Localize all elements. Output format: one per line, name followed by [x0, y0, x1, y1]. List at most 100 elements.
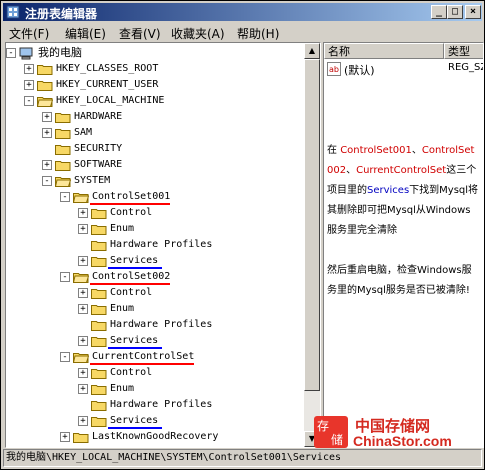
tree-node[interactable]: 我的电脑: [38, 45, 82, 61]
note-text: 在: [327, 145, 341, 156]
expand-icon[interactable]: +: [78, 288, 88, 298]
close-button[interactable]: ×: [465, 5, 481, 19]
folder-icon: [73, 431, 89, 443]
chinastor-watermark: 存 储 中国存储网 ChinaStor.com: [313, 415, 483, 451]
minimize-icon: _: [435, 6, 443, 17]
collapse-icon[interactable]: -: [42, 176, 52, 186]
folder-icon: [37, 63, 53, 75]
menu-help[interactable]: 帮助(H): [237, 25, 279, 42]
tree-node[interactable]: SAM: [74, 125, 92, 141]
tree-node[interactable]: Enum: [110, 301, 134, 317]
expand-icon[interactable]: +: [78, 336, 88, 346]
collapse-icon[interactable]: -: [24, 96, 34, 106]
menu-favorites[interactable]: 收藏夹(A): [171, 25, 225, 42]
folder-icon: [91, 223, 107, 235]
folder-icon: [55, 127, 71, 139]
folder-icon: [91, 383, 107, 395]
note-highlight: CurrentControlSet: [356, 165, 447, 176]
folder-icon: [91, 287, 107, 299]
expand-icon[interactable]: +: [78, 384, 88, 394]
value-row-default[interactable]: ab (默认) REG_SZ: [327, 61, 483, 77]
expand-icon[interactable]: +: [78, 208, 88, 218]
tree-node[interactable]: Enum: [110, 381, 134, 397]
collapse-icon[interactable]: -: [60, 192, 70, 202]
tree-node[interactable]: LastKnownGoodRecovery: [92, 429, 218, 445]
arrow-up-icon: ▲: [308, 46, 316, 55]
folder-icon: [37, 79, 53, 91]
menu-view[interactable]: 查看(V): [119, 25, 161, 42]
value-name: (默认): [344, 64, 375, 77]
folder-icon: [91, 367, 107, 379]
tree-node[interactable]: HARDWARE: [74, 109, 122, 125]
tree-node[interactable]: Hardware Profiles: [110, 237, 212, 253]
tree-node[interactable]: Hardware Profiles: [110, 317, 212, 333]
tree-node[interactable]: SOFTWARE: [74, 157, 122, 173]
expand-icon[interactable]: +: [42, 160, 52, 170]
collapse-icon[interactable]: -: [6, 48, 16, 58]
note-text: 、: [346, 165, 357, 176]
folder-icon: [55, 111, 71, 123]
folder-icon: [55, 159, 71, 171]
regedit-window: 注册表编辑器 _ □ × 文件(F) 编辑(E) 查看(V) 收藏夹(A) 帮助…: [0, 0, 485, 470]
computer-icon: [19, 47, 35, 60]
svg-text:存: 存: [317, 419, 329, 433]
folder-icon: [55, 143, 71, 155]
menu-file[interactable]: 文件(F): [9, 25, 49, 42]
tree-node[interactable]: HKEY_LOCAL_MACHINE: [56, 93, 164, 109]
folder-icon: [91, 255, 107, 267]
watermark-en: ChinaStor.com: [353, 433, 452, 449]
expand-icon[interactable]: +: [42, 128, 52, 138]
folder-icon: [91, 239, 107, 251]
folder-icon: [54, 175, 72, 187]
maximize-button[interactable]: □: [447, 5, 463, 19]
tree-node[interactable]: Control: [110, 365, 152, 381]
expand-icon[interactable]: +: [24, 80, 34, 90]
folder-icon: [72, 191, 90, 203]
folder-icon: [72, 271, 90, 283]
folder-icon: [91, 319, 107, 331]
folder-icon: [91, 335, 107, 347]
expand-icon[interactable]: +: [78, 256, 88, 266]
status-bar: 我的电脑\HKEY_LOCAL_MACHINE\SYSTEM\ControlSe…: [3, 449, 482, 467]
scroll-thumb[interactable]: [304, 59, 320, 391]
tree-scrollbar[interactable]: ▲ ▼: [304, 43, 320, 447]
chinastor-logo-icon: 存 储: [314, 416, 348, 448]
tree-node[interactable]: Control: [110, 285, 152, 301]
menu-edit[interactable]: 编辑(E): [65, 25, 106, 42]
tree-node[interactable]: HKEY_CURRENT_USER: [56, 77, 158, 93]
registry-tree[interactable]: - 我的电脑 + HKEY_CLASSES_ROOT + HKEY_CURRENT_USE…: [5, 42, 321, 448]
folder-icon: [91, 207, 107, 219]
string-value-icon: ab: [327, 62, 341, 76]
collapse-icon[interactable]: -: [60, 352, 70, 362]
expand-icon[interactable]: +: [78, 304, 88, 314]
folder-icon: [36, 95, 54, 107]
tree-node[interactable]: HKEY_CLASSES_ROOT: [56, 61, 158, 77]
collapse-icon[interactable]: -: [60, 272, 70, 282]
scroll-up-button[interactable]: ▲: [304, 43, 320, 59]
title-bar[interactable]: 注册表编辑器 _ □ ×: [3, 3, 482, 21]
tree-node[interactable]: Control: [110, 205, 152, 221]
expand-icon[interactable]: +: [78, 416, 88, 426]
expand-icon[interactable]: +: [78, 368, 88, 378]
tree-node[interactable]: SECURITY: [74, 141, 122, 157]
expand-icon[interactable]: +: [78, 224, 88, 234]
window-title: 注册表编辑器: [25, 7, 98, 21]
values-pane: 名称 类型 ab (默认) REG_SZ 在 ControlSet001、Con…: [323, 42, 484, 448]
folder-icon: [91, 303, 107, 315]
tree-node[interactable]: Enum: [110, 221, 134, 237]
expand-icon[interactable]: +: [42, 112, 52, 122]
note-highlight: ControlSet001: [340, 145, 412, 156]
tree-node[interactable]: Hardware Profiles: [110, 397, 212, 413]
tree-node[interactable]: SYSTEM: [74, 173, 110, 189]
menu-bar: 文件(F) 编辑(E) 查看(V) 收藏夹(A) 帮助(H): [3, 22, 482, 42]
minimize-button[interactable]: _: [431, 5, 447, 19]
expand-icon[interactable]: +: [24, 64, 34, 74]
svg-text:储: 储: [331, 432, 343, 447]
column-header-name[interactable]: 名称: [324, 43, 444, 59]
column-header-type[interactable]: 类型: [444, 43, 483, 59]
regedit-app-icon: [6, 5, 20, 19]
maximize-icon: □: [451, 6, 459, 17]
expand-icon[interactable]: +: [60, 432, 70, 442]
note-highlight-services: Services: [367, 185, 410, 196]
